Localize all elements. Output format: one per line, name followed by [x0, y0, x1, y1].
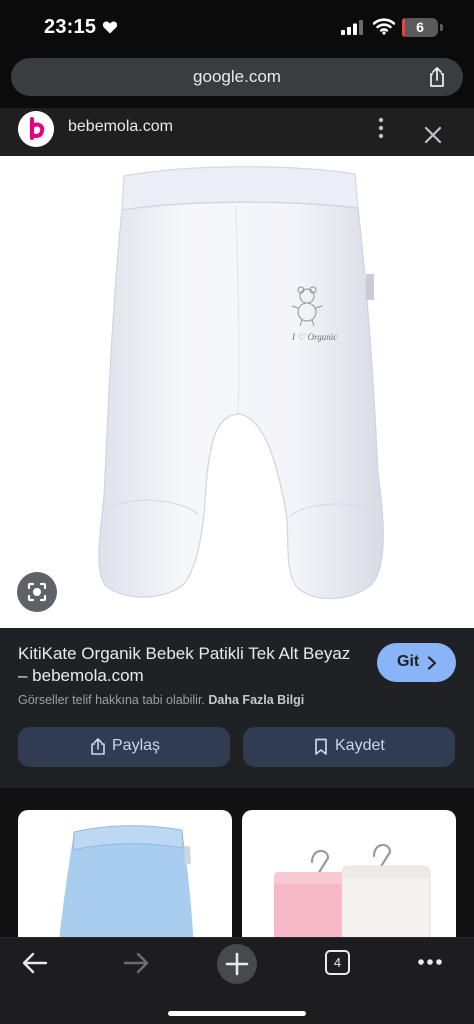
more-icon[interactable] [376, 117, 386, 139]
site-logo[interactable] [18, 111, 54, 147]
plus-icon [225, 952, 249, 976]
menu-dots-icon[interactable] [417, 958, 443, 966]
share-icon [91, 738, 105, 755]
bottom-toolbar: 4 [0, 937, 474, 1024]
site-name[interactable]: bebemola.com [68, 118, 173, 136]
sheet-header: bebemola.com [0, 108, 474, 156]
close-icon[interactable] [424, 126, 442, 144]
visit-button[interactable]: Git [377, 643, 456, 682]
related-image-blue-pants[interactable] [18, 810, 232, 950]
url-area: google.com [0, 56, 474, 108]
result-title[interactable]: KitiKate Organik Bebek Patikli Tek Alt B… [18, 643, 358, 687]
related-image-pink-white-pants[interactable] [242, 810, 456, 950]
share-icon[interactable] [426, 66, 448, 88]
address-bar[interactable]: google.com [11, 58, 463, 96]
signal-icon [341, 20, 363, 35]
battery-level: 6 [416, 19, 424, 35]
lens-icon[interactable] [17, 572, 57, 612]
learn-more-link[interactable]: Daha Fazla Bilgi [208, 693, 304, 707]
status-bar: 23:15 6 [0, 0, 474, 56]
share-button[interactable]: Paylaş [18, 727, 230, 767]
new-tab-button[interactable] [217, 944, 257, 984]
save-label: Kaydet [335, 737, 385, 754]
battery-indicator: 6 [402, 18, 438, 37]
info-panel: KitiKate Organik Bebek Patikli Tek Alt B… [0, 628, 474, 788]
lens-button[interactable] [17, 572, 57, 612]
pink-white-pants-thumbnail [274, 843, 431, 950]
heart-icon [102, 21, 118, 34]
visit-label: Git [397, 653, 420, 670]
url-text[interactable]: google.com [11, 67, 463, 87]
share-label: Paylaş [112, 737, 161, 754]
copyright-notice: Görseller telif hakkına tabi olabilir. D… [18, 693, 304, 707]
related-images [0, 788, 474, 950]
back-arrow-icon[interactable] [22, 952, 48, 974]
organic-logo-text: I ♡ Organic [291, 332, 337, 342]
save-button[interactable]: Kaydet [243, 727, 455, 767]
wifi-icon [373, 18, 395, 35]
product-image[interactable]: I ♡ Organic [0, 156, 474, 628]
home-indicator [168, 1011, 306, 1016]
tab-switcher-button[interactable]: 4 [325, 950, 350, 975]
copyright-text: Görseller telif hakkına tabi olabilir. [18, 693, 205, 707]
status-time: 23:15 [44, 16, 97, 38]
baby-pants-image: I ♡ Organic [98, 166, 384, 600]
bookmark-icon [315, 738, 327, 755]
forward-arrow-icon[interactable] [123, 952, 149, 974]
blue-pants-thumbnail [58, 825, 194, 950]
chevron-right-icon [427, 656, 437, 670]
battery-cap [440, 24, 443, 31]
